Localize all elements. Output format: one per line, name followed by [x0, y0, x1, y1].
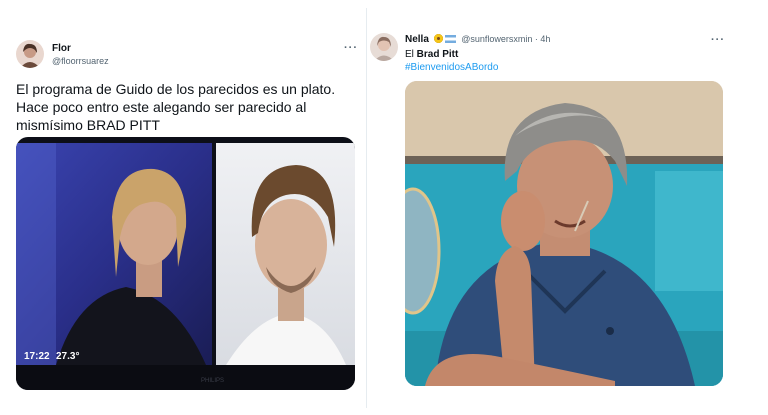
- avatar[interactable]: [16, 40, 44, 68]
- tv-brand: PHILIPS: [201, 378, 224, 384]
- tweet-photo[interactable]: [405, 81, 723, 386]
- more-options-icon[interactable]: ···: [344, 42, 358, 54]
- tv-time: 17:22: [24, 351, 50, 362]
- tv-screen-photo: 17:22 27.3° PHILIPS: [16, 137, 355, 390]
- tweet-text-bold: Brad Pitt: [416, 49, 459, 60]
- tweet-photo[interactable]: 17:22 27.3° PHILIPS: [16, 137, 355, 390]
- argentina-flag-icon: [445, 35, 457, 43]
- tweet-card-2[interactable]: Nella @sunflowersxmin · 4h ··· El Brad P…: [367, 0, 768, 415]
- tweet-text-line: mismísimo BRAD PITT: [16, 117, 160, 133]
- tweet-text: El Brad Pitt: [405, 48, 458, 61]
- author-handle[interactable]: @floorrsuarez: [52, 56, 109, 66]
- tweet-text-line: Hace poco entro este alegando ser pareci…: [16, 99, 307, 115]
- tweet-card-1[interactable]: Flor @floorrsuarez ··· El programa de Gu…: [0, 0, 366, 415]
- sunflower-emoji-icon: [433, 34, 443, 43]
- more-options-icon[interactable]: ···: [711, 34, 725, 46]
- author-name[interactable]: Flor: [52, 43, 71, 54]
- tweet-text-prefix: El: [405, 49, 417, 60]
- tweet-text-line: El programa de Guido de los parecidos es…: [16, 81, 336, 97]
- avatar[interactable]: [370, 33, 398, 61]
- tweet-text: El programa de Guido de los parecidos es…: [16, 80, 361, 134]
- tv-temperature: 27.3°: [56, 351, 79, 362]
- author-name[interactable]: Nella: [405, 34, 429, 45]
- author-line: Nella @sunflowersxmin · 4h: [405, 34, 550, 45]
- hashtag-link[interactable]: #BienvenidosABordo: [405, 61, 498, 74]
- author-handle[interactable]: @sunflowersxmin · 4h: [461, 34, 550, 44]
- laughing-man-photo: [405, 81, 723, 386]
